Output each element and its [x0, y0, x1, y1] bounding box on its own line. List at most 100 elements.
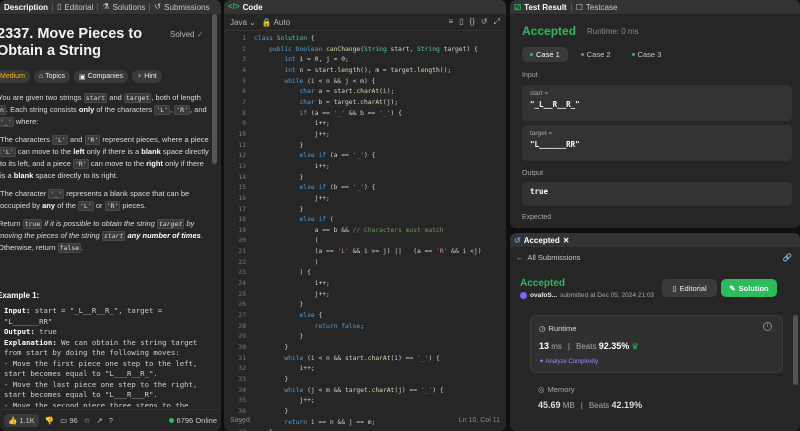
tab-submissions[interactable]: ↺ Submissions	[154, 3, 209, 12]
reset-icon[interactable]: ↺	[481, 17, 488, 27]
submission-status: Accepted	[520, 278, 566, 289]
code-line[interactable]: (	[254, 236, 502, 247]
comments-button[interactable]: ▭ 96	[60, 416, 78, 425]
link-icon[interactable]: 🔗	[783, 253, 792, 262]
line-number: 18	[238, 216, 246, 224]
problem-title: 2337. Move Pieces to Obtain a String	[0, 26, 143, 59]
code-line[interactable]: else if (b == '_') {	[254, 183, 502, 194]
line-number: 6	[242, 88, 246, 96]
code-line[interactable]: ) {	[254, 268, 502, 279]
example-line: Output: true	[4, 327, 57, 336]
code-line[interactable]: }	[254, 141, 502, 152]
code-line[interactable]: )	[254, 258, 502, 269]
output-label: Output	[522, 170, 544, 177]
avatar[interactable]	[520, 292, 527, 299]
tab-editorial[interactable]: ▯ Editorial	[57, 3, 93, 12]
tab-code[interactable]: </> Code	[228, 3, 263, 12]
line-number: 15	[238, 184, 246, 192]
code-line[interactable]: else if (a == '_') {	[254, 151, 502, 162]
help-icon[interactable]: ?	[109, 416, 113, 425]
line-number: 26	[238, 301, 246, 309]
tab-test-result[interactable]: ☑ Test Result	[514, 3, 567, 12]
all-submissions-link[interactable]: All Submissions	[528, 253, 581, 262]
code-brackets-icon: </>	[228, 2, 240, 11]
braces-icon[interactable]: {}	[470, 17, 475, 27]
code-line[interactable]: i++;	[254, 279, 502, 290]
code-line[interactable]: char a = start.charAt(i);	[254, 87, 502, 98]
code-line[interactable]: int n = start.length(), m = target.lengt…	[254, 66, 502, 77]
result-runtime: Runtime: 0 ms	[587, 27, 639, 36]
back-arrow-icon[interactable]: ←	[516, 253, 524, 262]
checkbox-icon: ☐	[575, 2, 583, 12]
close-icon[interactable]: ✕	[563, 236, 570, 245]
code-line[interactable]: }	[254, 300, 502, 311]
result-status: Accepted	[522, 24, 577, 38]
hint-tag[interactable]: ♀ Hint	[132, 70, 162, 83]
code-line[interactable]: j++;	[254, 396, 502, 407]
code-line[interactable]: }	[254, 375, 502, 386]
companies-tag[interactable]: ▣ Companies	[73, 70, 129, 83]
code-line[interactable]: public boolean canChange(String start, S…	[254, 45, 502, 56]
comment-icon: ▭	[60, 416, 68, 425]
code-line[interactable]: (a == 'L' && i >= j) || (a == 'R' && i <…	[254, 247, 502, 258]
clock-icon: ◷	[539, 324, 546, 333]
code-line[interactable]: class Solution {	[254, 34, 502, 45]
code-line[interactable]: return false;	[254, 322, 502, 333]
analyze-complexity-link[interactable]: ✦ Analyze Complexity	[539, 358, 598, 365]
example-line: start becomes equal to "L___R__R_".	[4, 369, 158, 378]
code-line[interactable]: }	[254, 343, 502, 354]
tab-testcase[interactable]: ☐ Testcase	[576, 3, 618, 12]
code-line[interactable]: j++;	[254, 194, 502, 205]
code-line[interactable]: }	[254, 205, 502, 216]
case-tab-1[interactable]: Case 1	[522, 47, 568, 62]
share-icon[interactable]: ↗	[96, 416, 102, 425]
case-tab-3[interactable]: Case 3	[624, 47, 670, 62]
editorial-button[interactable]: ▯ Editorial	[662, 279, 717, 297]
runtime-card[interactable]: ◷ Runtime i 13 ms | Beats 92.35% ♛ ✦ Anal…	[530, 315, 783, 373]
description-tabs: Description ▯ Editorial ⚗ Solutions ↺ Submi…	[0, 0, 221, 14]
info-icon[interactable]: i	[763, 322, 772, 331]
code-line[interactable]: i++;	[254, 119, 502, 130]
case-tab-2[interactable]: Case 2	[573, 47, 619, 62]
solved-badge: Solved ✓	[170, 30, 204, 39]
thumbs-up-icon: 👍	[8, 416, 18, 425]
code-line[interactable]: while (i < n && start.charAt(i) == '_') …	[254, 354, 502, 365]
code-line[interactable]: i++;	[254, 364, 502, 375]
auto-mode[interactable]: 🔒 Auto	[262, 18, 290, 27]
code-line[interactable]: }	[254, 173, 502, 184]
line-number: 23	[238, 269, 246, 277]
line-number: 11	[238, 141, 246, 149]
tab-accepted[interactable]: ↺ Accepted ✕	[514, 236, 569, 245]
code-line[interactable]: while (i < n && j < m) {	[254, 77, 502, 88]
language-select[interactable]: Java ⌄	[230, 18, 256, 27]
book-icon: ▯	[672, 283, 677, 293]
topics-tag[interactable]: ⌂ Topics	[33, 70, 70, 83]
difficulty-badge[interactable]: Medium	[0, 70, 30, 83]
code-line[interactable]: char b = target.charAt(j);	[254, 98, 502, 109]
like-button[interactable]: 👍 1.1K	[4, 414, 39, 427]
code-line[interactable]: i++;	[254, 162, 502, 173]
code-line[interactable]: else if (	[254, 215, 502, 226]
submission-scrollbar[interactable]	[793, 315, 798, 385]
code-line[interactable]: int i = 0, j = 0;	[254, 55, 502, 66]
solution-button[interactable]: ✎ Solution	[721, 279, 777, 297]
code-editor[interactable]: class Solution { public boolean canChang…	[254, 33, 502, 431]
tab-solutions[interactable]: ⚗ Solutions	[102, 3, 145, 12]
format-icon[interactable]: ≡	[448, 17, 453, 27]
line-number: 30	[238, 344, 246, 352]
code-line[interactable]: j++;	[254, 130, 502, 141]
code-line[interactable]: j++;	[254, 290, 502, 301]
expand-icon[interactable]: ⤢	[494, 17, 500, 27]
tab-description[interactable]: Description	[4, 3, 48, 12]
dislike-button[interactable]: 👎	[45, 416, 54, 425]
code-line[interactable]: if (a == '_' && b == '_') {	[254, 109, 502, 120]
description-scrollbar[interactable]	[212, 14, 218, 407]
code-header: </> Code	[224, 0, 506, 14]
code-line[interactable]: while (j < m && target.charAt(j) == '_')…	[254, 386, 502, 397]
code-line[interactable]: else {	[254, 311, 502, 322]
code-line[interactable]: a == b && // Characters must match	[254, 226, 502, 237]
description-panel: Description ▯ Editorial ⚗ Solutions ↺ Submi…	[0, 0, 221, 431]
bookmark-icon[interactable]: ▯	[459, 17, 463, 27]
code-line[interactable]: }	[254, 332, 502, 343]
star-icon[interactable]: ☆	[84, 416, 91, 425]
